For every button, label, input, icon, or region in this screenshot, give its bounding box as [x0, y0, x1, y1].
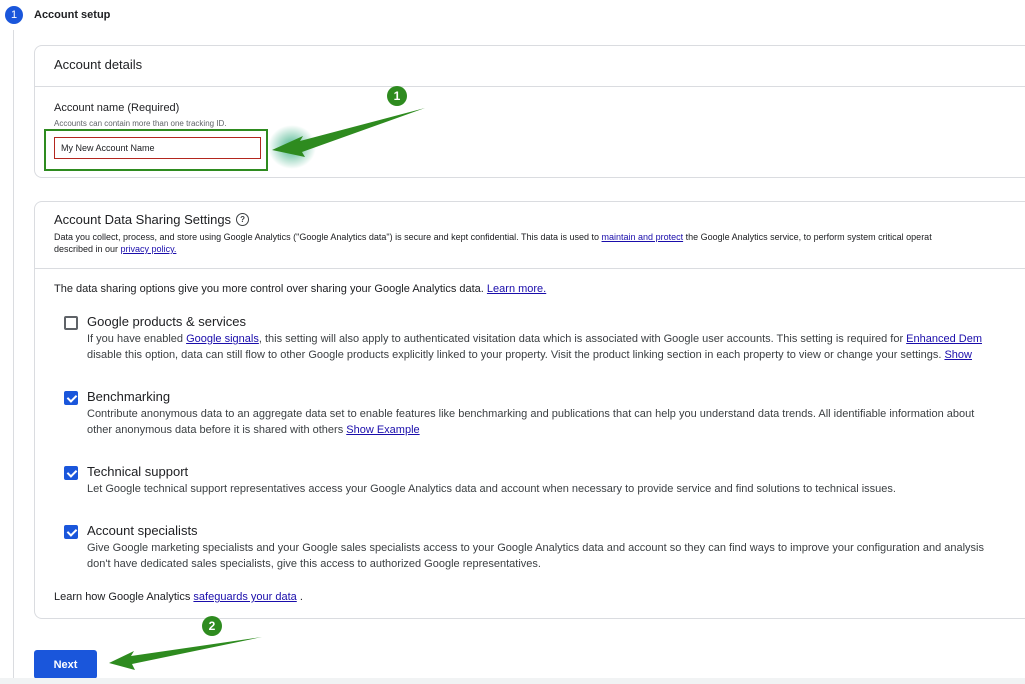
- option-desc-text: If you have enabled: [87, 333, 187, 345]
- safeguards-text-end: .: [296, 591, 303, 603]
- help-icon[interactable]: ?: [236, 213, 250, 226]
- next-button[interactable]: Next: [34, 650, 97, 679]
- bottom-strip: [0, 678, 1025, 684]
- option-desc-text: Contribute anonymous data to an aggregat…: [87, 408, 975, 420]
- step-title: Account setup: [34, 9, 111, 21]
- option-description: Contribute anonymous data to an aggregat…: [87, 406, 974, 438]
- data-sharing-description: Data you collect, process, and store usi…: [54, 231, 1025, 255]
- learn-more-link[interactable]: Learn more.: [487, 283, 546, 295]
- annotation-badge-1: 1: [387, 86, 407, 106]
- option-title: Account specialists: [87, 523, 198, 538]
- desc-text-3: described in our: [54, 244, 121, 254]
- show-example-link[interactable]: Show Example: [346, 424, 419, 436]
- option-desc-text: disable this option, data can still flow…: [87, 349, 945, 361]
- option-description: If you have enabled Google signals, this…: [87, 331, 982, 363]
- annotation-badge-2: 2: [202, 616, 222, 636]
- option-desc-text: , this setting will also apply to authen…: [258, 333, 907, 345]
- privacy-policy-link[interactable]: privacy policy.: [121, 244, 177, 254]
- safeguards-text: Learn how Google Analytics: [54, 591, 194, 603]
- safeguards-note: Learn how Google Analytics safeguards yo…: [54, 591, 303, 603]
- option-desc-text: Let Google technical support representat…: [87, 483, 896, 495]
- benchmarking-checkbox[interactable]: [64, 391, 78, 405]
- option-title: Technical support: [87, 464, 189, 479]
- desc-text-1: Data you collect, process, and store usi…: [54, 232, 602, 242]
- step-connector-line: [13, 30, 14, 684]
- google-signals-link[interactable]: Google signals: [186, 333, 259, 345]
- option-desc-text: don't have dedicated sales specialists, …: [87, 558, 541, 570]
- maintain-and-protect-link[interactable]: maintain and protect: [602, 232, 684, 242]
- data-sharing-intro: The data sharing options give you more c…: [54, 283, 546, 295]
- option-description: Give Google marketing specialists and yo…: [87, 540, 984, 572]
- show-link[interactable]: Show: [944, 349, 972, 361]
- account-details-card: Account details Account name (Required) …: [34, 45, 1025, 178]
- option-title: Benchmarking: [87, 389, 171, 404]
- account-name-input[interactable]: [54, 137, 261, 159]
- account-specialists-checkbox[interactable]: [64, 525, 78, 539]
- account-name-hint: Accounts can contain more than one track…: [54, 119, 227, 128]
- data-sharing-card: Account Data Sharing Settings ? Data you…: [34, 201, 1025, 619]
- enhanced-demographics-link[interactable]: Enhanced Dem: [906, 333, 982, 345]
- google-products-checkbox[interactable]: [64, 316, 78, 330]
- data-sharing-title-text: Account Data Sharing Settings: [54, 212, 232, 227]
- option-desc-text: other anonymous data before it is shared…: [87, 424, 347, 436]
- desc-text-2: the Google Analytics service, to perform…: [683, 232, 932, 242]
- intro-text: The data sharing options give you more c…: [54, 283, 487, 295]
- data-sharing-title: Account Data Sharing Settings ?: [54, 212, 250, 227]
- safeguards-link[interactable]: safeguards your data: [193, 591, 296, 603]
- option-desc-text: Give Google marketing specialists and yo…: [87, 542, 984, 554]
- technical-support-checkbox[interactable]: [64, 466, 78, 480]
- step-number-badge: 1: [5, 6, 23, 24]
- arrow-to-next: [109, 637, 262, 670]
- option-title: Google products & services: [87, 314, 246, 329]
- option-description: Let Google technical support representat…: [87, 481, 896, 497]
- account-details-title: Account details: [54, 57, 143, 72]
- account-name-label: Account name (Required): [54, 102, 180, 114]
- account-details-header: [35, 46, 1025, 87]
